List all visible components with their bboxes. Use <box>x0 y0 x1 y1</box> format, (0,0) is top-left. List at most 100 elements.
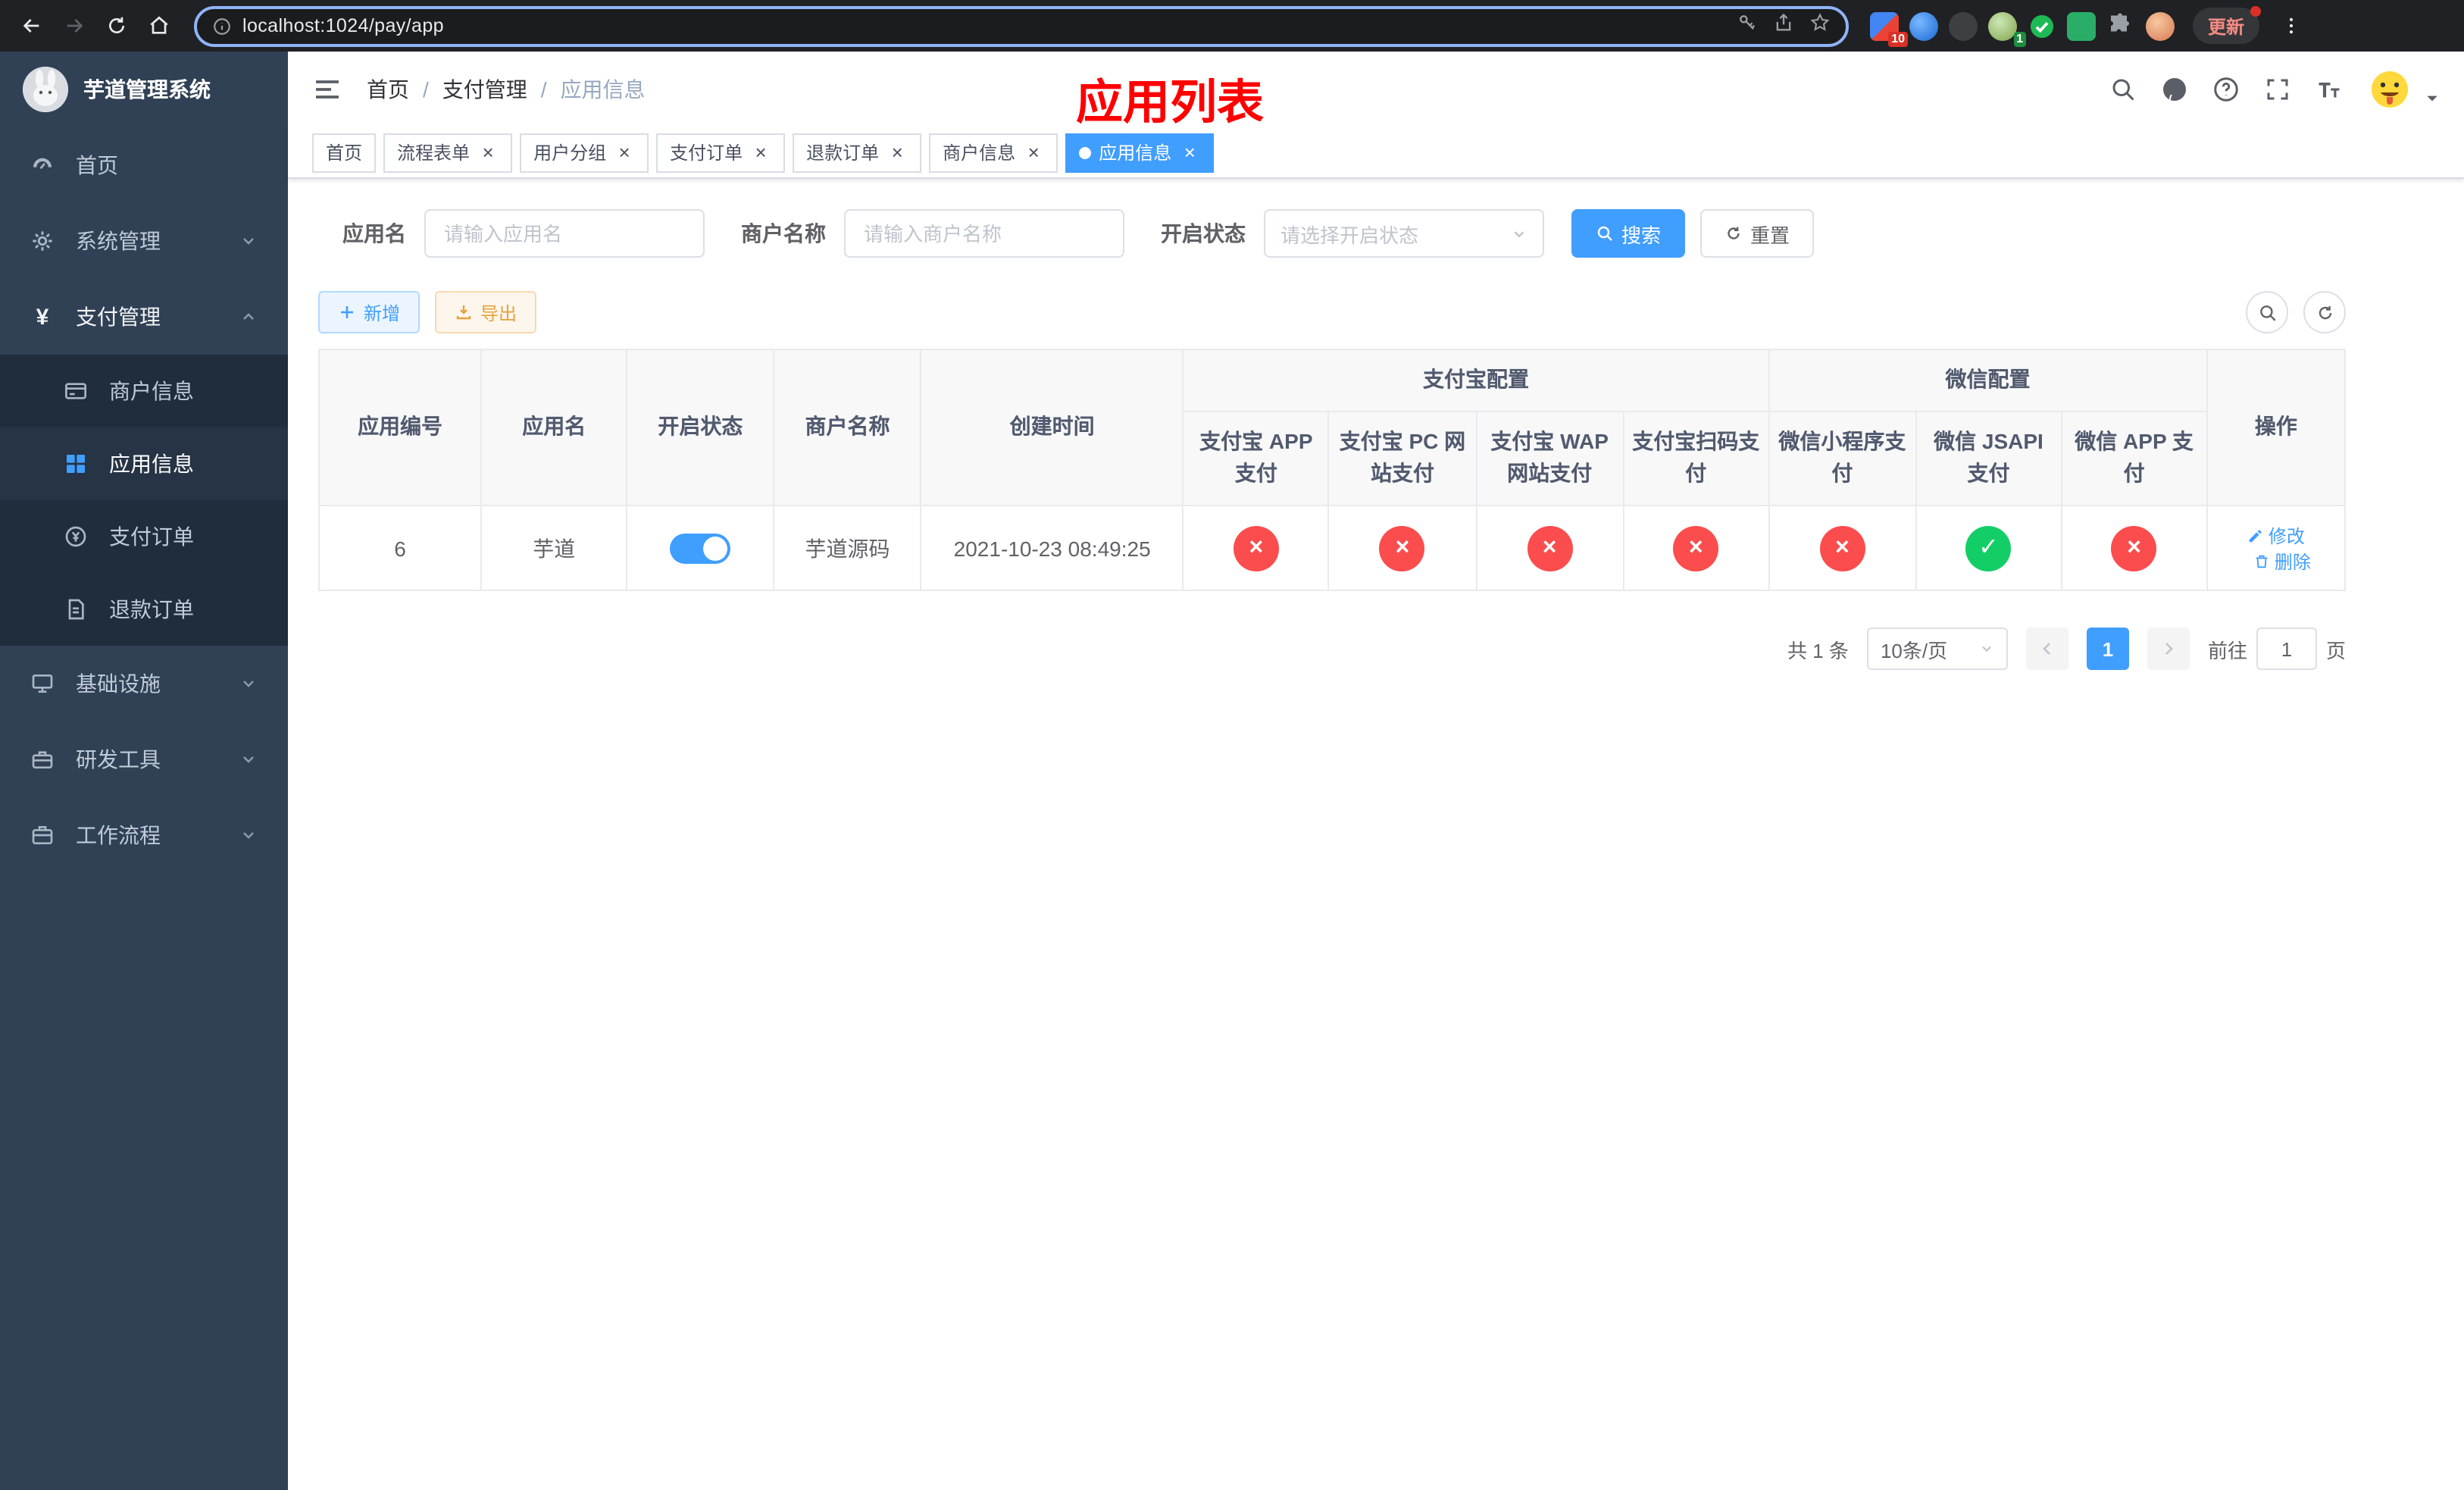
pay-order-icon <box>64 524 88 549</box>
sidebar-item-workflow[interactable]: 工作流程 <box>0 797 288 873</box>
back-icon[interactable] <box>12 6 52 45</box>
github-icon[interactable] <box>2161 76 2188 103</box>
add-button[interactable]: 新增 <box>318 291 421 333</box>
sidebar-item-label: 系统管理 <box>76 229 161 253</box>
tab-merchant-info[interactable]: 商户信息 × <box>929 133 1058 172</box>
extension-icon-3[interactable] <box>1949 11 1978 40</box>
col-alipay-app: 支付宝 APP 支付 <box>1182 410 1330 507</box>
close-icon[interactable]: × <box>614 142 635 163</box>
bookmark-star-icon[interactable] <box>1809 11 1831 40</box>
bank-card-icon <box>64 379 88 403</box>
sidebar-item-merchant-info[interactable]: 商户信息 <box>0 355 288 427</box>
yen-icon: ¥ <box>36 304 49 330</box>
close-icon[interactable]: × <box>1023 142 1044 163</box>
search-icon[interactable] <box>2109 76 2137 103</box>
browser-profile-avatar[interactable] <box>2146 11 2175 40</box>
search-button-label: 搜索 <box>1621 224 1662 246</box>
extension-icon-6[interactable] <box>2067 11 2096 40</box>
help-icon[interactable] <box>2212 76 2240 103</box>
chevron-down-icon <box>239 750 258 768</box>
sidebar-item-system[interactable]: 系统管理 <box>0 203 288 279</box>
tab-app-info[interactable]: 应用信息 × <box>1065 133 1215 172</box>
refresh-table-icon[interactable] <box>2303 291 2346 333</box>
delete-link[interactable]: 删除 <box>2253 548 2311 574</box>
cell-app-id: 6 <box>317 505 483 592</box>
forward-icon[interactable] <box>55 6 94 45</box>
close-icon[interactable]: × <box>1179 142 1200 163</box>
current-page[interactable]: 1 <box>2086 628 2129 671</box>
extension-icon-5[interactable] <box>2028 11 2056 40</box>
caret-down-icon[interactable] <box>2425 91 2440 106</box>
prev-page-icon[interactable] <box>2025 628 2068 671</box>
fullscreen-icon[interactable] <box>2264 76 2291 103</box>
breadcrumb-separator: / <box>540 77 547 102</box>
browser-menu-icon[interactable] <box>2272 6 2311 45</box>
extension-icon-2[interactable] <box>1909 11 1938 40</box>
sidebar-item-infrastructure[interactable]: 基础设施 <box>0 646 288 722</box>
font-size-icon[interactable] <box>2315 76 2343 103</box>
sidebar-item-payment-orders[interactable]: 支付订单 <box>0 500 288 573</box>
sidebar: 芋道管理系统 首页 系统管理 ¥ 支付管理 商户信息 应用信息 支付订单 退款订… <box>0 52 288 1490</box>
sidebar-item-refund-orders[interactable]: 退款订单 <box>0 573 288 646</box>
tab-process-form[interactable]: 流程表单 × <box>383 133 513 172</box>
tab-home[interactable]: 首页 <box>312 133 377 172</box>
sidebar-item-app-info[interactable]: 应用信息 <box>0 427 288 500</box>
update-alert-dot <box>2250 6 2262 17</box>
status-toggle[interactable] <box>670 533 731 564</box>
navbar-actions <box>2109 67 2440 112</box>
tab-refund-orders[interactable]: 退款订单 × <box>793 133 922 172</box>
breadcrumb-home[interactable]: 首页 <box>367 74 409 105</box>
goto-label: 前往 <box>2207 639 2247 662</box>
toggle-search-icon[interactable] <box>2246 291 2288 333</box>
browser-update-button[interactable]: 更新 <box>2193 6 2262 44</box>
merchant-name-label: 商户名称 <box>741 221 826 246</box>
app-name-input[interactable] <box>424 209 705 258</box>
briefcase-icon <box>30 823 55 847</box>
search-button[interactable]: 搜索 <box>1571 209 1686 258</box>
add-button-label: 新增 <box>364 302 401 324</box>
close-icon[interactable]: × <box>886 142 908 163</box>
address-bar[interactable]: localhost:1024/pay/app <box>194 5 1849 46</box>
site-info-icon[interactable] <box>212 16 232 36</box>
sidebar-item-label: 商户信息 <box>109 379 194 403</box>
tab-payment-orders[interactable]: 支付订单 × <box>656 133 786 172</box>
puzzle-extensions-icon[interactable] <box>2106 11 2135 40</box>
status-select[interactable]: 请选择开启状态 <box>1264 209 1544 258</box>
page-size-select[interactable]: 10条/页 <box>1866 628 2008 671</box>
table-toolbar: 新增 导出 <box>318 291 2346 333</box>
password-key-icon[interactable] <box>1737 11 1758 40</box>
reload-icon[interactable] <box>97 6 136 45</box>
col-merchant: 商户名称 <box>773 348 922 507</box>
reset-button[interactable]: 重置 <box>1700 209 1815 258</box>
col-app-name: 应用名 <box>480 348 628 507</box>
close-icon[interactable]: × <box>750 142 771 163</box>
collapse-sidebar-icon[interactable] <box>312 74 342 105</box>
tab-user-group[interactable]: 用户分组 × <box>520 133 649 172</box>
chevron-down-icon <box>239 826 258 844</box>
cross-icon: × <box>2111 525 2157 571</box>
extension-icon-4[interactable]: 1 <box>1988 11 2026 46</box>
cross-icon: × <box>1527 525 1573 571</box>
home-icon[interactable] <box>139 6 179 45</box>
cross-icon: × <box>1379 525 1425 571</box>
goto-page-input[interactable] <box>2256 628 2317 671</box>
merchant-name-input[interactable] <box>844 209 1124 258</box>
next-page-icon[interactable] <box>2147 628 2190 671</box>
extension-badge: 10 <box>1888 31 1908 46</box>
user-avatar[interactable] <box>2367 67 2412 112</box>
share-icon[interactable] <box>1773 11 1794 40</box>
edit-link[interactable]: 修改 <box>2247 522 2305 548</box>
url-text[interactable]: localhost:1024/pay/app <box>242 15 1726 36</box>
col-app-id: 应用编号 <box>317 348 483 507</box>
sidebar-item-payment[interactable]: ¥ 支付管理 <box>0 279 288 355</box>
export-button-label: 导出 <box>480 302 518 324</box>
status-select-placeholder: 请选择开启状态 <box>1280 224 1419 246</box>
sidebar-item-dev-tools[interactable]: 研发工具 <box>0 722 288 797</box>
breadcrumb-separator: / <box>423 77 429 102</box>
export-button[interactable]: 导出 <box>435 291 537 333</box>
extension-icon-1[interactable]: 10 <box>1870 11 1908 46</box>
sidebar-item-home[interactable]: 首页 <box>0 127 288 203</box>
close-icon[interactable]: × <box>477 142 499 163</box>
app-logo[interactable]: 芋道管理系统 <box>0 52 288 127</box>
breadcrumb-payment[interactable]: 支付管理 <box>442 74 527 105</box>
